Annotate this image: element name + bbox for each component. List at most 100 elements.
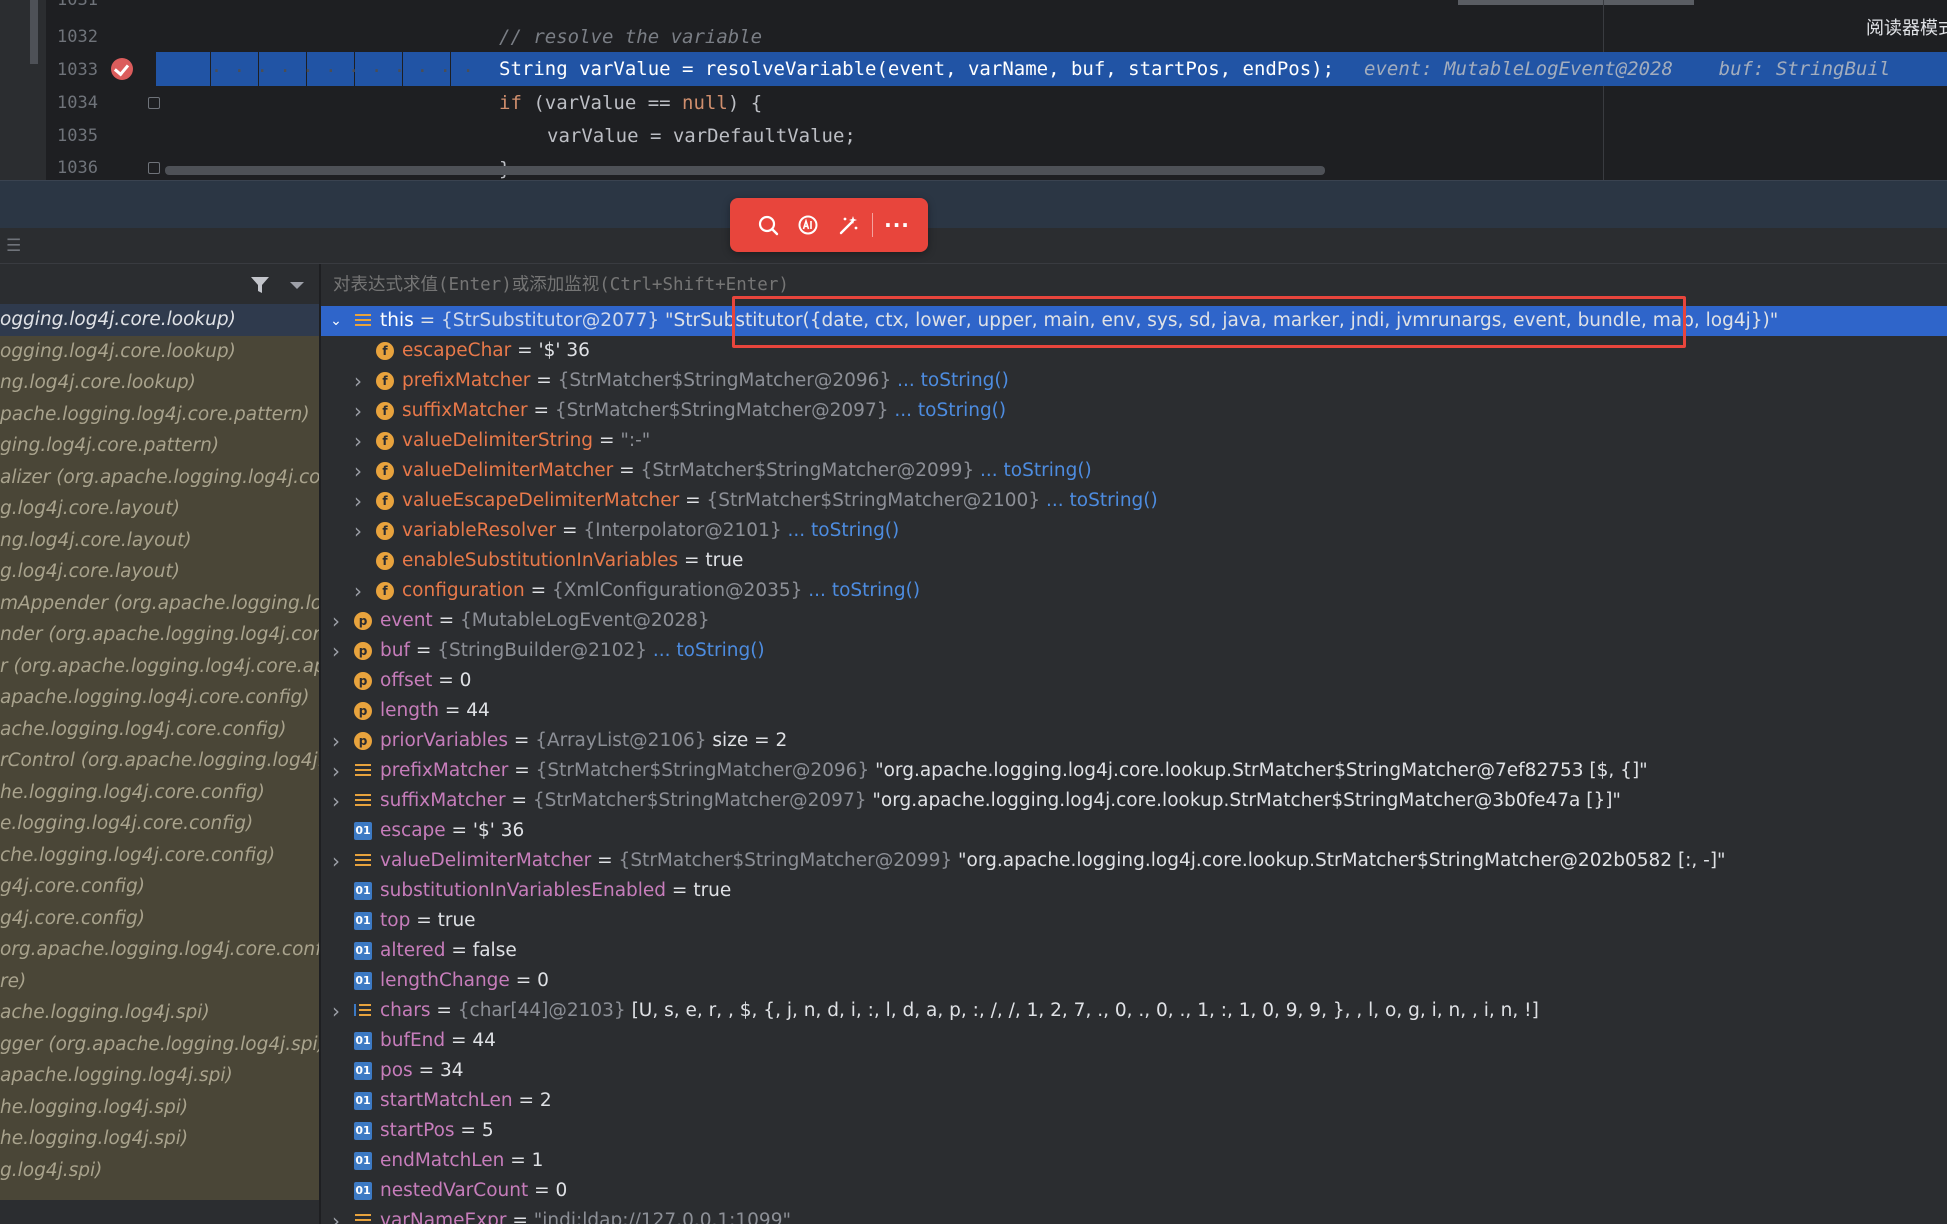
variable-row[interactable]: › f configuration = {XmlConfiguration@2035… [321, 576, 1947, 606]
stack-frame[interactable]: g4j.core.config) [0, 903, 320, 935]
chevron-right-icon[interactable]: › [329, 636, 343, 666]
chevron-right-icon[interactable]: › [351, 576, 365, 606]
stack-frame[interactable]: gger (org.apache.logging.log4j.spi) [0, 1029, 320, 1061]
stack-frame[interactable]: re) [0, 966, 320, 998]
code-line-1033[interactable]: String varValue = resolveVariable(event,… [486, 52, 1947, 86]
code-line-1035[interactable]: varValue = varDefaultValue; [547, 119, 1947, 153]
code-line-1034[interactable]: if (varValue == null) { [499, 86, 1947, 120]
chevron-down-icon[interactable]: ⌄ [329, 306, 343, 336]
fold-icon[interactable] [148, 97, 160, 109]
variable-row[interactable]: › p buf = {StringBuilder@2102} ... toStrin… [321, 636, 1947, 666]
variable-row[interactable]: › suffixMatcher = {StrMatcher$StringMatch… [321, 786, 1947, 816]
stack-frame[interactable]: mAppender (org.apache.logging.log4 [0, 588, 320, 620]
equals-sign: = [409, 640, 438, 661]
chevron-right-icon[interactable]: › [329, 846, 343, 876]
param-icon: p [354, 672, 372, 690]
variable-row[interactable]: › varNameExpr = "jndi:ldap://127.0.0.1:10… [321, 1206, 1947, 1224]
variable-row[interactable]: 01 substitutionInVariablesEnabled = true [321, 876, 1947, 906]
variable-row[interactable]: › valueDelimiterMatcher = {StrMatcher$Str… [321, 846, 1947, 876]
variable-row[interactable]: › chars = {char[44]@2103} [U, s, e, r, , … [321, 996, 1947, 1026]
chevron-right-icon[interactable]: › [329, 996, 343, 1026]
chevron-right-icon[interactable]: › [351, 396, 365, 426]
stack-frame[interactable]: he.logging.log4j.core.config) [0, 777, 320, 809]
chevron-right-icon[interactable]: › [351, 516, 365, 546]
variable-value: 34 [439, 1060, 464, 1081]
chevron-right-icon[interactable]: › [329, 1206, 343, 1224]
stack-frame[interactable]: nder (org.apache.logging.log4j.core.a [0, 619, 320, 651]
chevron-right-icon[interactable]: › [351, 426, 365, 456]
stack-frame[interactable]: ogging.log4j.core.lookup) [0, 304, 320, 336]
layout-icon[interactable]: ☰ [6, 236, 21, 256]
stack-frame[interactable]: g.log4j.core.layout) [0, 493, 320, 525]
variable-value: "org.apache.logging.log4j.core.lookup.St… [958, 850, 1726, 871]
variable-row[interactable]: f enableSubstitutionInVariables = true [321, 546, 1947, 576]
stack-frame[interactable]: alizer (org.apache.logging.log4j.core. [0, 462, 320, 494]
magic-wand-icon[interactable] [828, 205, 868, 245]
stack-frame[interactable]: ng.log4j.core.lookup) [0, 367, 320, 399]
stack-frame[interactable]: ng.log4j.core.layout) [0, 525, 320, 557]
variable-row[interactable]: 01 escape = '$' 36 [321, 816, 1947, 846]
more-icon[interactable]: ··· [877, 205, 917, 245]
variable-row[interactable]: 01 lengthChange = 0 [321, 966, 1947, 996]
variable-row[interactable]: 01 pos = 34 [321, 1056, 1947, 1086]
chevron-down-icon[interactable] [290, 282, 304, 289]
stack-frame[interactable]: rControl (org.apache.logging.log4j.co [0, 745, 320, 777]
stack-frame[interactable]: g.log4j.spi) [0, 1155, 320, 1187]
variable-row[interactable]: p length = 44 [321, 696, 1947, 726]
variable-row[interactable]: › f prefixMatcher = {StrMatcher$StringMatc… [321, 366, 1947, 396]
chevron-right-icon[interactable]: › [329, 726, 343, 756]
variable-row[interactable]: 01 nestedVarCount = 0 [321, 1176, 1947, 1206]
variable-row[interactable]: › p event = {MutableLogEvent@2028} [321, 606, 1947, 636]
stack-frame[interactable]: ache.logging.log4j.spi) [0, 997, 320, 1029]
stack-frame[interactable]: he.logging.log4j.spi) [0, 1092, 320, 1124]
stack-frame[interactable]: he.logging.log4j.spi) [0, 1123, 320, 1155]
frame-list[interactable]: ogging.log4j.core.lookup) ogging.log4j.co… [0, 304, 320, 1200]
variable-row[interactable]: › prefixMatcher = {StrMatcher$StringMatch… [321, 756, 1947, 786]
variable-row[interactable]: › p priorVariables = {ArrayList@2106} size… [321, 726, 1947, 756]
breakpoint-hit-icon[interactable] [111, 58, 133, 80]
stack-frame[interactable]: g4j.core.config) [0, 871, 320, 903]
variable-row[interactable]: › f valueDelimiterString = ":-" [321, 426, 1947, 456]
variable-row[interactable]: › f variableResolver = {Interpolator@2101}… [321, 516, 1947, 546]
chevron-right-icon[interactable]: › [351, 486, 365, 516]
variable-row[interactable]: › f valueDelimiterMatcher = {StrMatcher$St… [321, 456, 1947, 486]
chevron-right-icon[interactable]: › [351, 366, 365, 396]
stack-frame[interactable]: ache.logging.log4j.core.config) [0, 714, 320, 746]
variable-row[interactable]: 01 altered = false [321, 936, 1947, 966]
stack-frame[interactable]: apache.logging.log4j.spi) [0, 1060, 320, 1092]
stack-frame[interactable]: ogging.log4j.core.lookup) [0, 336, 320, 368]
horizontal-scrollbar[interactable] [165, 166, 1325, 175]
chevron-right-icon[interactable]: › [351, 456, 365, 486]
variable-row[interactable]: f escapeChar = '$' 36 [321, 336, 1947, 366]
filter-icon[interactable] [250, 276, 270, 298]
horizontal-scroll-thumb-top[interactable] [1458, 0, 1694, 5]
stack-frame[interactable]: r (org.apache.logging.log4j.core.appe [0, 651, 320, 683]
variable-row[interactable]: › f valueEscapeDelimiterMatcher = {StrMatc… [321, 486, 1947, 516]
variables-tree[interactable]: ⌄ this = {StrSubstitutor@2077} "StrSubsti… [321, 306, 1947, 1224]
code-editor[interactable]: 1031 1032 1033 1034 1035 1036 · · · · · … [0, 0, 1947, 180]
chevron-right-icon[interactable]: › [329, 786, 343, 816]
evaluate-expression-input[interactable] [321, 264, 1947, 306]
reader-mode-button[interactable]: 阅读器模式 [1866, 14, 1947, 40]
stack-frame[interactable]: g.log4j.core.layout) [0, 556, 320, 588]
stack-frame[interactable]: pache.logging.log4j.core.pattern) [0, 399, 320, 431]
variable-name: startMatchLen [380, 1090, 513, 1111]
chevron-right-icon[interactable]: › [329, 606, 343, 636]
variable-row[interactable]: 01 startPos = 5 [321, 1116, 1947, 1146]
stack-frame[interactable]: e.logging.log4j.core.config) [0, 808, 320, 840]
variable-row[interactable]: 01 startMatchLen = 2 [321, 1086, 1947, 1116]
stack-frame[interactable]: che.logging.log4j.core.config) [0, 840, 320, 872]
variable-row[interactable]: p offset = 0 [321, 666, 1947, 696]
variable-row[interactable]: ⌄ this = {StrSubstitutor@2077} "StrSubsti… [321, 306, 1947, 336]
fold-icon[interactable] [148, 162, 160, 174]
stack-frame[interactable]: ging.log4j.core.pattern) [0, 430, 320, 462]
variable-row[interactable]: 01 endMatchLen = 1 [321, 1146, 1947, 1176]
stack-frame[interactable]: org.apache.logging.log4j.core.config) [0, 934, 320, 966]
variable-row[interactable]: 01 bufEnd = 44 [321, 1026, 1947, 1056]
ai-icon[interactable] [788, 205, 828, 245]
stack-frame[interactable]: apache.logging.log4j.core.config) [0, 682, 320, 714]
search-icon[interactable] [748, 205, 788, 245]
variable-row[interactable]: › f suffixMatcher = {StrMatcher$StringMatc… [321, 396, 1947, 426]
variable-row[interactable]: 01 top = true [321, 906, 1947, 936]
chevron-right-icon[interactable]: › [329, 756, 343, 786]
